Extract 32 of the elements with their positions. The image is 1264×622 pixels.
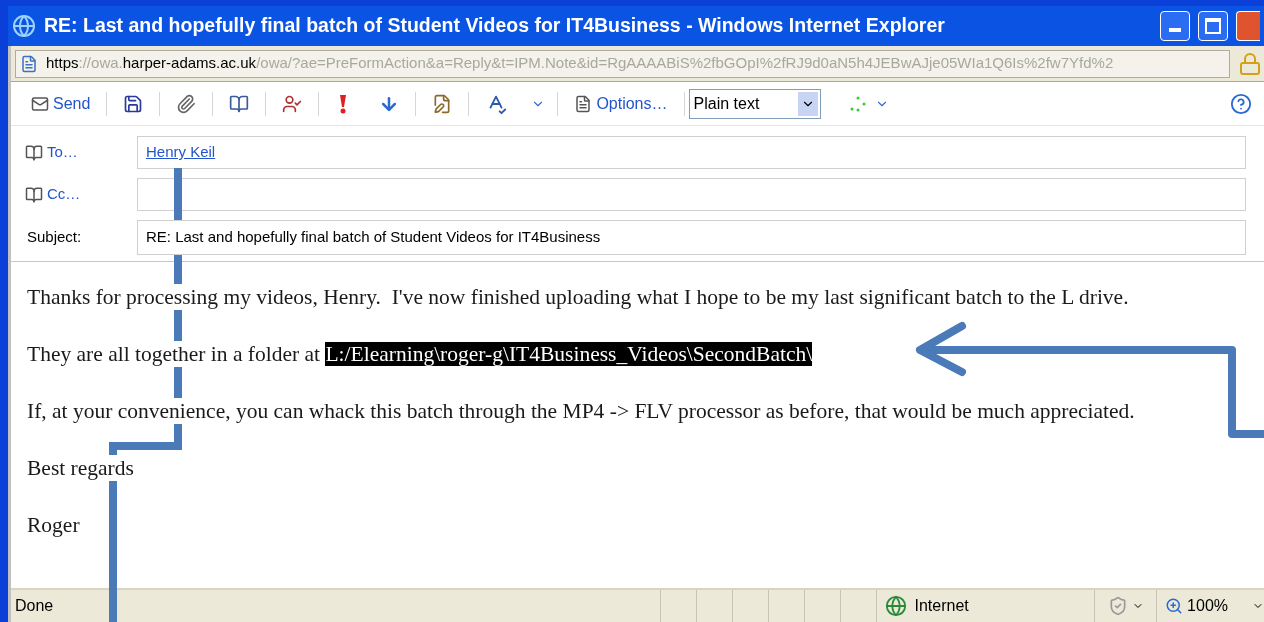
send-button[interactable]: Send: [19, 87, 103, 120]
address-book-icon: [25, 143, 43, 162]
subject-field[interactable]: RE: Last and hopefully final batch of Student Videos for IT4Business: [137, 220, 1246, 255]
zoom-button[interactable]: 100%: [1156, 590, 1264, 622]
message-paragraph: If, at your convenience, you can whack this batch through the MP4 -> FLV processor as before, that would be much appreciated.: [27, 398, 1135, 424]
address-book-icon: [25, 185, 43, 204]
zone-text: Internet: [914, 596, 969, 616]
message-paragraph: Best regards: [27, 455, 134, 481]
help-icon[interactable]: [1230, 92, 1252, 115]
window-title: RE: Last and hopefully final batch of Student Videos for IT4Business - Windows Internet Explorer: [44, 13, 946, 39]
cc-field[interactable]: [137, 178, 1246, 211]
address-field[interactable]: https://owa.harper-adams.ac.uk/owa/?ae=PreFormAction&a=Reply&t=IPM.Note&id=RgAAAABiS%2fbGOpI%2fRJ9d0aN5h4JEBwAJje05WIa1Q6Is%2fw7Yfd%2: [15, 49, 1230, 78]
document-icon: [574, 94, 593, 113]
options-button[interactable]: Options…: [562, 87, 680, 120]
loading-dots-icon: [848, 94, 867, 113]
page-icon: [20, 54, 38, 73]
status-text: Done: [14, 596, 55, 616]
maximize-button[interactable]: [1198, 11, 1228, 41]
format-dropdown[interactable]: Plain text: [688, 88, 821, 119]
minimize-button[interactable]: [1160, 11, 1190, 41]
close-button[interactable]: [1236, 11, 1260, 41]
to-field[interactable]: Henry Keil: [137, 136, 1246, 169]
envelope-icon: [31, 94, 49, 113]
to-button[interactable]: To…: [25, 141, 137, 164]
message-paragraph: Thanks for processing my videos, Henry. I've now finished uploading what I hope to be my last significant batch to the L drive.: [27, 284, 1129, 310]
globe-icon: [884, 595, 907, 617]
cc-button[interactable]: Cc…: [25, 183, 137, 206]
subject-label: Subject:: [26, 227, 83, 248]
message-paragraph: They are all together in a folder at L:/Elearning\roger-g\IT4Business_Videos\SecondBatch\: [27, 341, 813, 367]
recipient-link[interactable]: Henry Keil: [146, 141, 216, 164]
magnifier-icon: [1165, 597, 1184, 615]
browser-icon: [12, 14, 36, 38]
